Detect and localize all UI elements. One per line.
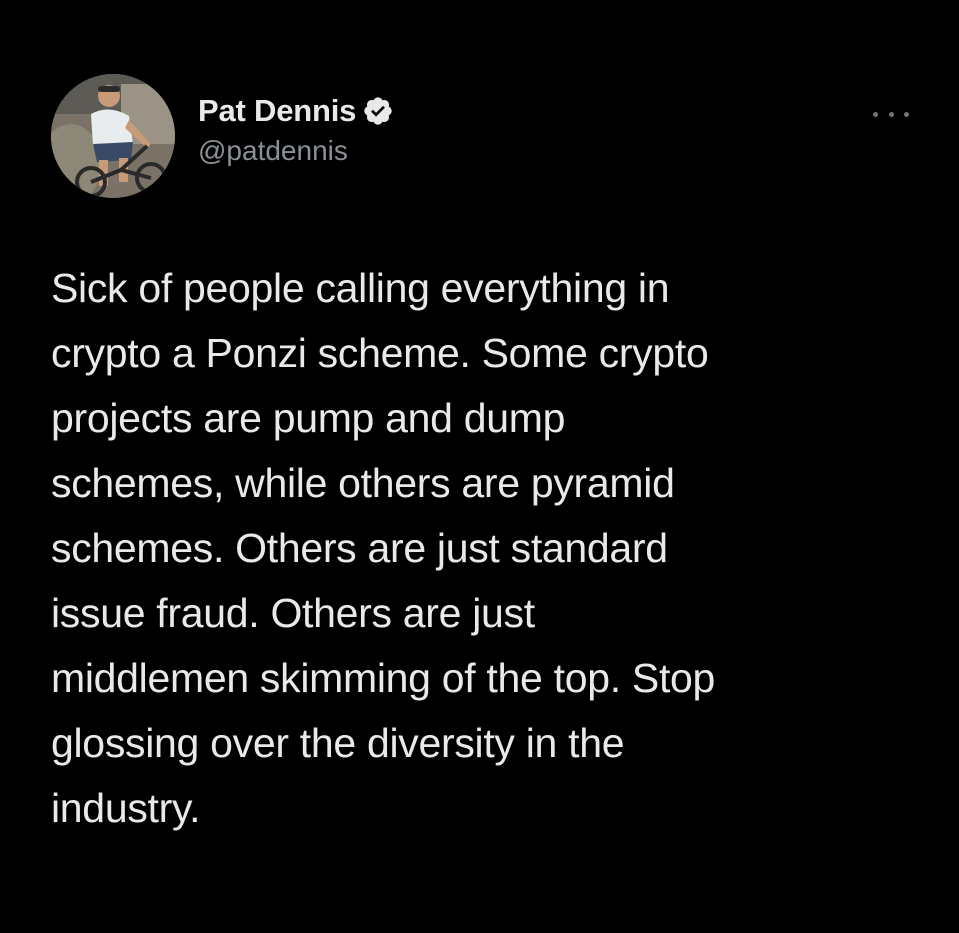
more-options-icon-dot [904, 111, 909, 117]
more-options-icon-dot [888, 111, 894, 117]
avatar-photo-icon [51, 74, 175, 198]
author-handle[interactable]: @patdennis [198, 135, 394, 167]
author-name-row: Pat Dennis [198, 91, 394, 131]
verified-badge-icon [362, 95, 394, 127]
more-options-icon [873, 111, 878, 117]
author-avatar[interactable] [51, 74, 175, 198]
tweet-card: Pat Dennis @patdennis Sick of people cal… [0, 0, 959, 933]
tweet-text: Sick of people calling everything in cry… [51, 265, 716, 831]
author-info: Pat Dennis @patdennis [198, 91, 394, 167]
more-options-button[interactable] [873, 104, 909, 124]
author-display-name[interactable]: Pat Dennis [198, 93, 356, 129]
